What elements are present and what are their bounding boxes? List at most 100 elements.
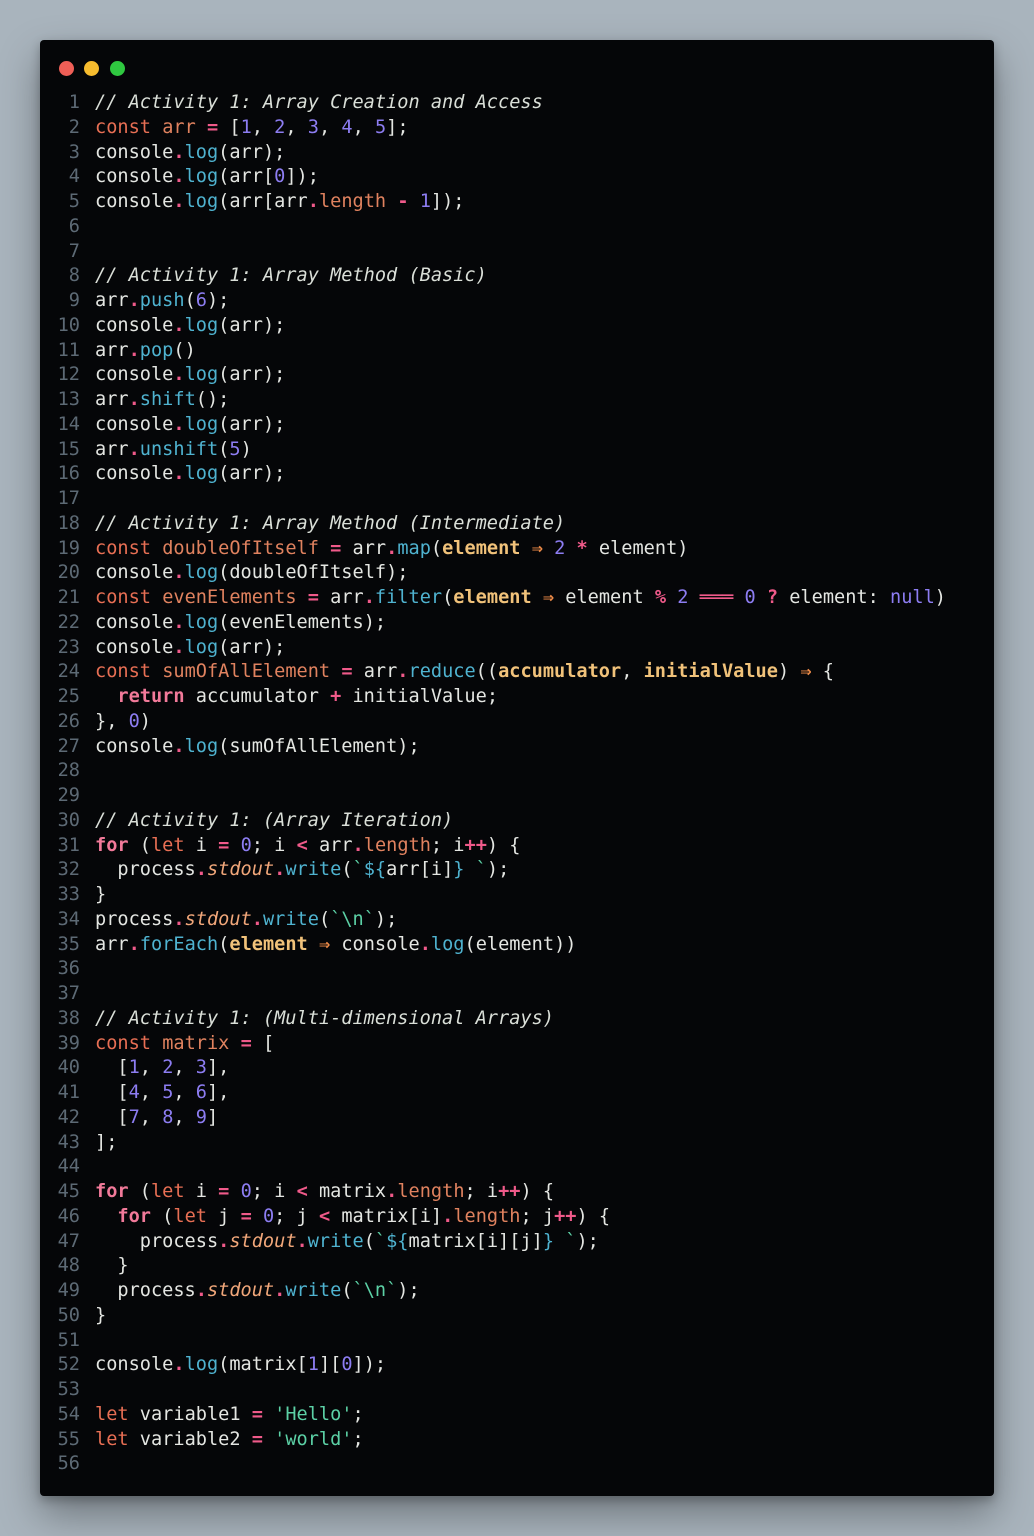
code-token: .: [296, 1230, 308, 1252]
line-number: 15: [57, 438, 80, 460]
code-token: unshift: [139, 438, 219, 460]
code-token: ]);: [430, 191, 465, 212]
code-token: (arr);: [218, 463, 286, 485]
code-token: ,: [139, 1057, 163, 1079]
code-token: ): [139, 710, 151, 732]
maximize-icon[interactable]: [110, 61, 125, 76]
code-token: ++: [498, 1181, 521, 1202]
code-token: ;: [352, 1428, 364, 1450]
code-token: .: [173, 364, 185, 386]
code-token: console: [95, 191, 174, 212]
code-line: 31 for (let i = 0; i < arr.length; i++) {: [40, 834, 994, 859]
code-token: ,: [251, 116, 275, 138]
line-number: 7: [68, 240, 80, 262]
line-number: 40: [57, 1057, 80, 1079]
code-token: }: [95, 884, 107, 905]
code-token: =: [330, 537, 342, 559]
code-token: ,: [173, 1106, 196, 1128]
code-token: element: [453, 587, 532, 608]
code-token: length: [318, 191, 387, 212]
code-line: 49 process.stdout.write(`\n`);: [40, 1279, 994, 1304]
line-source: return accumulator + initialValue;: [95, 685, 498, 710]
code-token: <: [296, 834, 308, 856]
line-number: 2: [68, 116, 80, 138]
code-line: 34 process.stdout.write(`\n`);: [40, 908, 994, 933]
code-line: 54 let variable1 = 'Hello';: [40, 1403, 994, 1428]
code-token: console: [95, 463, 174, 485]
code-token: stdout: [184, 908, 252, 930]
code-token: }: [95, 1255, 129, 1277]
code-token: 'Hello': [274, 1403, 353, 1425]
code-token: -: [397, 191, 409, 212]
code-token: arr: [341, 537, 387, 559]
code-token: process: [95, 859, 196, 881]
code-token: (): [173, 339, 196, 361]
line-source: console.log(arr);: [95, 363, 285, 388]
line-number: 49: [57, 1280, 80, 1301]
code-token: log: [184, 611, 219, 633]
code-token: .: [352, 834, 364, 856]
code-token: 1: [128, 1057, 140, 1079]
line-source: const evenElements = arr.filter(element …: [95, 586, 946, 611]
code-token: stdout: [229, 1230, 297, 1252]
code-token: element: [229, 933, 308, 955]
code-token: (: [128, 1181, 151, 1202]
code-token: }: [95, 1304, 107, 1326]
code-token: ],: [206, 1057, 230, 1079]
code-token: (arr);: [218, 636, 286, 658]
line-source: // Activity 1: Array Method (Basic): [95, 264, 487, 289]
line-source: process.stdout.write(`\n`);: [95, 908, 397, 933]
line-number: 4: [68, 166, 80, 188]
code-token: .: [173, 191, 185, 212]
code-line: 18 // Activity 1: Array Method (Intermedi…: [40, 512, 994, 537]
code-token: .: [173, 562, 185, 584]
code-token: .: [363, 587, 375, 608]
code-line: 10 console.log(arr);: [40, 314, 994, 339]
code-token: console: [95, 413, 174, 435]
code-token: ,: [318, 116, 342, 138]
code-token: 2: [162, 1057, 174, 1079]
code-token: =: [341, 661, 353, 683]
code-line: 25 return accumulator + initialValue;: [40, 685, 994, 710]
code-token: .: [173, 1354, 185, 1376]
code-editor[interactable]: 1 // Activity 1: Array Creation and Acces…: [40, 91, 994, 1477]
line-source: arr.unshift(5): [95, 438, 252, 463]
code-token: (arr);: [218, 141, 286, 163]
line-source: process.stdout.write(`${matrix[i][j]} `)…: [95, 1230, 599, 1255]
code-line: 20 console.log(doubleOfItself);: [40, 561, 994, 586]
code-token: .: [173, 908, 185, 930]
code-token: console: [95, 611, 174, 633]
code-token: write: [285, 1280, 342, 1301]
code-token: (: [218, 438, 230, 460]
code-token: write: [262, 908, 319, 930]
code-token: ][: [318, 1354, 342, 1376]
code-token: matrix: [162, 1032, 230, 1054]
code-line: 21 const evenElements = arr.filter(elemen…: [40, 586, 994, 611]
line-source: for (let i = 0; i < matrix.length; i++) …: [95, 1180, 554, 1205]
line-source: console.log(arr[0]);: [95, 165, 319, 190]
code-window: 1 // Activity 1: Array Creation and Acces…: [40, 40, 994, 1496]
line-source: for (let i = 0; i < arr.length; i++) {: [95, 834, 521, 859]
line-number: 20: [57, 562, 80, 584]
code-token: ; i: [251, 834, 297, 856]
code-line: 26}, 0): [40, 710, 994, 735]
close-icon[interactable]: [59, 61, 74, 76]
code-line: 7: [40, 240, 994, 265]
line-number: 16: [57, 463, 80, 485]
code-token: [: [251, 1032, 275, 1054]
code-token: +: [330, 686, 342, 707]
code-token: ,: [285, 116, 308, 138]
code-line: 4 console.log(arr[0]);: [40, 165, 994, 190]
code-token: `: [554, 1230, 577, 1252]
code-line: 8 // Activity 1: Array Method (Basic): [40, 264, 994, 289]
minimize-icon[interactable]: [84, 61, 99, 76]
code-token: (: [218, 933, 230, 955]
code-token: process: [95, 1230, 219, 1252]
code-token: .: [307, 191, 319, 212]
